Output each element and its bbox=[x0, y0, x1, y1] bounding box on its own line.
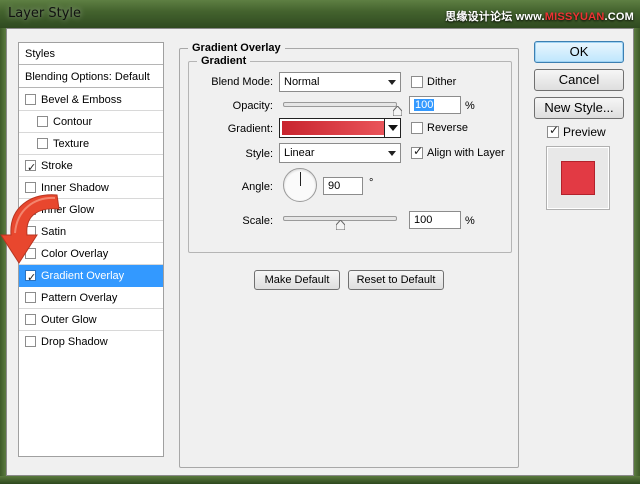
style-preview bbox=[546, 146, 610, 210]
title-bar: Layer Style 思缘设计论坛 www.MISSYUAN.COM bbox=[0, 0, 640, 28]
gradient-style-select[interactable]: Linear bbox=[279, 143, 401, 163]
style-item-inner-glow[interactable]: Inner Glow bbox=[19, 199, 163, 221]
gradient-subgroup: Gradient Blend Mode: Normal Dither Opaci… bbox=[188, 55, 512, 253]
style-item-pattern-overlay[interactable]: Pattern Overlay bbox=[19, 287, 163, 309]
styles-header[interactable]: Styles bbox=[19, 43, 163, 65]
reverse-label: Reverse bbox=[427, 122, 468, 134]
angle-dial[interactable] bbox=[283, 168, 317, 202]
make-default-button[interactable]: Make Default bbox=[254, 270, 340, 290]
drop-shadow-label: Drop Shadow bbox=[41, 336, 108, 348]
scale-value: 100 bbox=[414, 214, 433, 226]
preview-label: Preview bbox=[563, 125, 606, 139]
chevron-down-icon bbox=[388, 80, 396, 85]
stroke-checkbox[interactable] bbox=[25, 157, 36, 179]
dialog-client: Styles Blending Options: Default Bevel &… bbox=[0, 28, 634, 476]
style-item-outer-glow[interactable]: Outer Glow bbox=[19, 309, 163, 331]
gradient-overlay-label: Gradient Overlay bbox=[41, 270, 125, 282]
style-item-gradient-overlay[interactable]: Gradient Overlay bbox=[19, 265, 163, 289]
style-item-color-overlay[interactable]: Color Overlay bbox=[19, 243, 163, 265]
watermark-highlight: MISSYUAN bbox=[544, 11, 605, 23]
style-item-stroke[interactable]: Stroke bbox=[19, 155, 163, 179]
gradient-subgroup-title: Gradient bbox=[197, 55, 251, 67]
outer-glow-checkbox[interactable] bbox=[25, 314, 36, 325]
blend-mode-value: Normal bbox=[284, 76, 320, 88]
dither-label: Dither bbox=[427, 76, 457, 88]
blend-mode-select[interactable]: Normal bbox=[279, 72, 401, 92]
style-label: Style: bbox=[245, 148, 273, 160]
angle-input[interactable]: 90 bbox=[323, 177, 363, 195]
gradient-preview[interactable] bbox=[282, 121, 398, 135]
inner-shadow-label: Inner Shadow bbox=[41, 182, 109, 194]
blending-options-label: Blending Options: Default bbox=[25, 71, 150, 83]
stroke-label: Stroke bbox=[41, 160, 73, 172]
opacity-unit: % bbox=[465, 100, 475, 112]
blend-mode-label: Blend Mode: bbox=[211, 76, 273, 88]
angle-label: Angle: bbox=[241, 181, 273, 193]
align-with-layer-label: Align with Layer bbox=[427, 147, 505, 159]
styles-header-label: Styles bbox=[25, 48, 55, 60]
opacity-input[interactable]: 100 bbox=[409, 96, 461, 114]
pattern-overlay-checkbox[interactable] bbox=[25, 292, 36, 303]
reset-to-default-button[interactable]: Reset to Default bbox=[348, 270, 444, 290]
chevron-down-icon bbox=[388, 151, 396, 156]
scale-input[interactable]: 100 bbox=[409, 211, 461, 229]
style-list: Styles Blending Options: Default Bevel &… bbox=[18, 42, 164, 457]
new-style-button[interactable]: New Style... bbox=[534, 97, 624, 119]
preview-checkbox[interactable] bbox=[547, 123, 559, 138]
blending-options-item[interactable]: Blending Options: Default bbox=[19, 66, 163, 88]
opacity-label: Opacity: bbox=[232, 100, 273, 112]
gradient-style-value: Linear bbox=[284, 147, 315, 159]
dither-checkbox[interactable] bbox=[411, 76, 423, 88]
angle-needle bbox=[300, 172, 301, 186]
satin-checkbox[interactable] bbox=[25, 226, 36, 237]
gradient-overlay-title: Gradient Overlay bbox=[188, 42, 285, 54]
color-overlay-label: Color Overlay bbox=[41, 248, 109, 260]
scale-slider-thumb[interactable] bbox=[335, 220, 345, 230]
watermark-cn: 思缘设计论坛 bbox=[445, 11, 513, 23]
ok-button[interactable]: OK bbox=[534, 41, 624, 63]
reverse-checkbox[interactable] bbox=[411, 122, 423, 134]
inner-glow-checkbox[interactable] bbox=[25, 204, 36, 215]
style-item-texture[interactable]: Texture bbox=[19, 133, 163, 155]
color-overlay-checkbox[interactable] bbox=[25, 248, 36, 259]
pattern-overlay-label: Pattern Overlay bbox=[41, 292, 118, 304]
contour-label: Contour bbox=[53, 116, 93, 128]
cancel-button[interactable]: Cancel bbox=[534, 69, 624, 91]
style-item-drop-shadow[interactable]: Drop Shadow bbox=[19, 331, 163, 353]
gradient-overlay-group: Gradient Overlay Gradient Blend Mode: No… bbox=[179, 42, 519, 468]
style-item-contour[interactable]: Contour bbox=[19, 111, 163, 133]
window-title: Layer Style bbox=[8, 6, 82, 21]
style-item-bevel-emboss[interactable]: Bevel & Emboss bbox=[19, 89, 163, 111]
contour-checkbox[interactable] bbox=[37, 116, 48, 127]
angle-unit: ° bbox=[369, 177, 374, 189]
gradient-picker[interactable] bbox=[279, 118, 401, 138]
watermark-prefix: www. bbox=[515, 11, 545, 23]
style-item-satin[interactable]: Satin bbox=[19, 221, 163, 243]
gradient-overlay-checkbox[interactable] bbox=[25, 267, 36, 289]
align-with-layer-checkbox[interactable] bbox=[411, 144, 423, 159]
style-item-inner-shadow[interactable]: Inner Shadow bbox=[19, 177, 163, 199]
scale-unit: % bbox=[465, 215, 475, 227]
bevel-emboss-checkbox[interactable] bbox=[25, 94, 36, 105]
scale-label: Scale: bbox=[242, 215, 273, 227]
preview-swatch bbox=[561, 161, 595, 195]
opacity-value: 100 bbox=[414, 99, 435, 111]
angle-value: 90 bbox=[328, 180, 341, 192]
drop-shadow-checkbox[interactable] bbox=[25, 336, 36, 347]
watermark-suffix: .COM bbox=[604, 11, 634, 23]
bevel-emboss-label: Bevel & Emboss bbox=[41, 94, 122, 106]
texture-checkbox[interactable] bbox=[37, 138, 48, 149]
gradient-label: Gradient: bbox=[227, 123, 273, 135]
watermark: 思缘设计论坛 www.MISSYUAN.COM bbox=[445, 8, 634, 24]
opacity-slider-thumb[interactable] bbox=[392, 106, 402, 116]
window-border-right bbox=[634, 28, 640, 484]
window-border-bottom bbox=[0, 476, 640, 484]
texture-label: Texture bbox=[53, 138, 90, 150]
opacity-slider-track[interactable] bbox=[283, 102, 397, 107]
satin-label: Satin bbox=[41, 226, 67, 238]
outer-glow-label: Outer Glow bbox=[41, 314, 97, 326]
inner-glow-label: Inner Glow bbox=[41, 204, 95, 216]
inner-shadow-checkbox[interactable] bbox=[25, 182, 36, 193]
gradient-dropdown-icon[interactable] bbox=[384, 119, 400, 137]
